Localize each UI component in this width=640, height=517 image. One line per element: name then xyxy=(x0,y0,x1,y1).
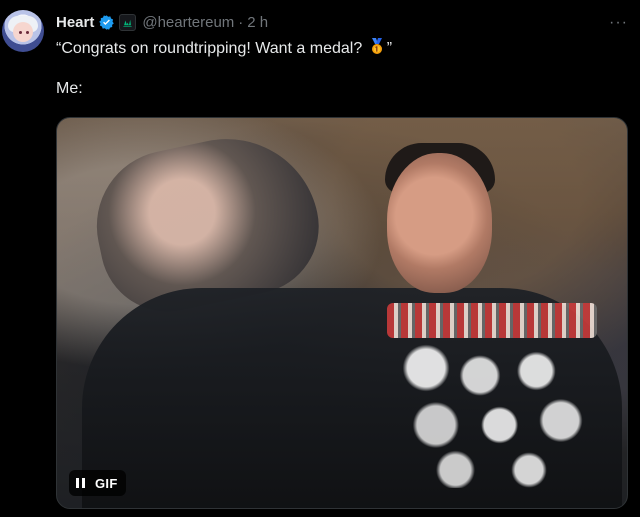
display-name[interactable]: Heart xyxy=(56,14,94,31)
more-options-icon[interactable]: ··· xyxy=(609,14,628,32)
verified-badge-icon xyxy=(98,14,115,31)
gif-ribbons xyxy=(387,303,597,338)
medal-emoji-icon xyxy=(369,38,385,56)
affiliation-icon[interactable] xyxy=(119,13,137,31)
handle[interactable]: @heartereum xyxy=(142,14,234,31)
avatar[interactable] xyxy=(2,10,44,52)
gif-label: GIF xyxy=(95,475,118,491)
tweet-text-line1: “Congrats on roundtripping! Want a medal… xyxy=(56,40,367,57)
tweet-text: “Congrats on roundtripping! Want a medal… xyxy=(56,38,392,99)
pause-icon[interactable] xyxy=(75,477,87,489)
tweet-header: Heart @heartereum · 2 h xyxy=(56,12,640,32)
gif-media[interactable]: GIF xyxy=(56,117,628,509)
tweet-text-line2: Me: xyxy=(56,80,83,97)
avatar-face xyxy=(13,22,33,42)
timestamp[interactable]: 2 h xyxy=(247,14,268,31)
gif-head xyxy=(387,153,492,293)
avatar-eye xyxy=(26,31,29,34)
tweet[interactable]: Heart @heartereum · 2 h ··· “Congrats on… xyxy=(0,0,640,517)
avatar-eye xyxy=(19,31,22,34)
gif-medals xyxy=(382,338,627,488)
gif-badge[interactable]: GIF xyxy=(69,470,126,496)
separator-dot: · xyxy=(238,13,244,31)
tweet-text-quote-end: ” xyxy=(386,40,393,57)
